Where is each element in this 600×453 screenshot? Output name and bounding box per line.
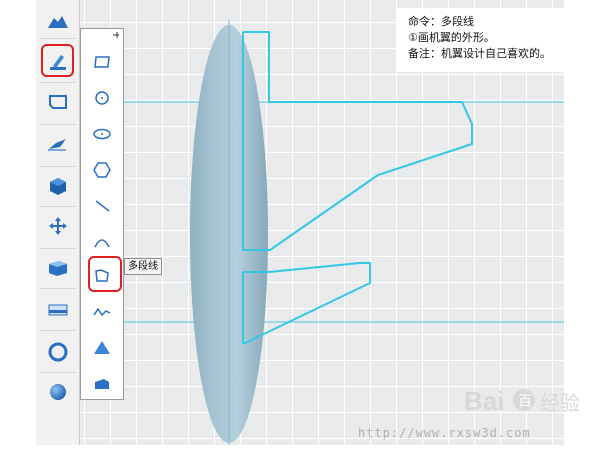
offset-tool-icon[interactable] <box>87 369 117 399</box>
selected-subtool-highlight <box>88 256 122 292</box>
watermark-url: http://www.rxsw3d.com <box>358 426 531 440</box>
arc-tool-icon[interactable] <box>87 227 117 257</box>
note-line-remark: 备注：机翼设计自己喜欢的。 <box>408 47 551 60</box>
circle-tool-icon[interactable] <box>87 83 117 113</box>
pin-icon[interactable] <box>112 31 120 39</box>
inspect-bar-icon[interactable] <box>42 294 74 326</box>
cube-icon[interactable] <box>42 170 74 202</box>
watermark-brand: Bai <box>464 386 504 416</box>
combine-box-icon[interactable] <box>42 252 74 284</box>
tooltip: 多段线 <box>124 258 162 275</box>
panel-plane-icon[interactable] <box>42 86 74 118</box>
note-line-step: ①画机翼的外形。 <box>408 31 495 44</box>
sketch-tool-panel <box>80 28 124 400</box>
paint-brush-icon[interactable] <box>42 128 74 160</box>
ellipse-tool-icon[interactable] <box>87 119 117 149</box>
move-arrows-icon[interactable] <box>42 210 74 242</box>
watermark-brand2: 百 <box>518 394 532 410</box>
rectangle-tool-icon[interactable] <box>87 47 117 77</box>
line-tool-icon[interactable] <box>87 191 117 221</box>
note-line-command: 命令：多段线 <box>408 15 474 28</box>
instruction-note: 命令：多段线 ①画机翼的外形。 备注：机翼设计自己喜欢的。 <box>397 8 564 72</box>
torus-icon[interactable] <box>42 336 74 368</box>
selected-tool-highlight <box>41 44 74 77</box>
watermark-brand3: 经验 <box>540 391 580 415</box>
projection-tool-icon[interactable] <box>87 333 117 363</box>
cloud-solid-icon[interactable] <box>42 6 74 38</box>
sphere-icon[interactable] <box>42 376 74 408</box>
polygon-tool-icon[interactable] <box>87 155 117 185</box>
spline-tool-icon[interactable] <box>87 297 117 327</box>
